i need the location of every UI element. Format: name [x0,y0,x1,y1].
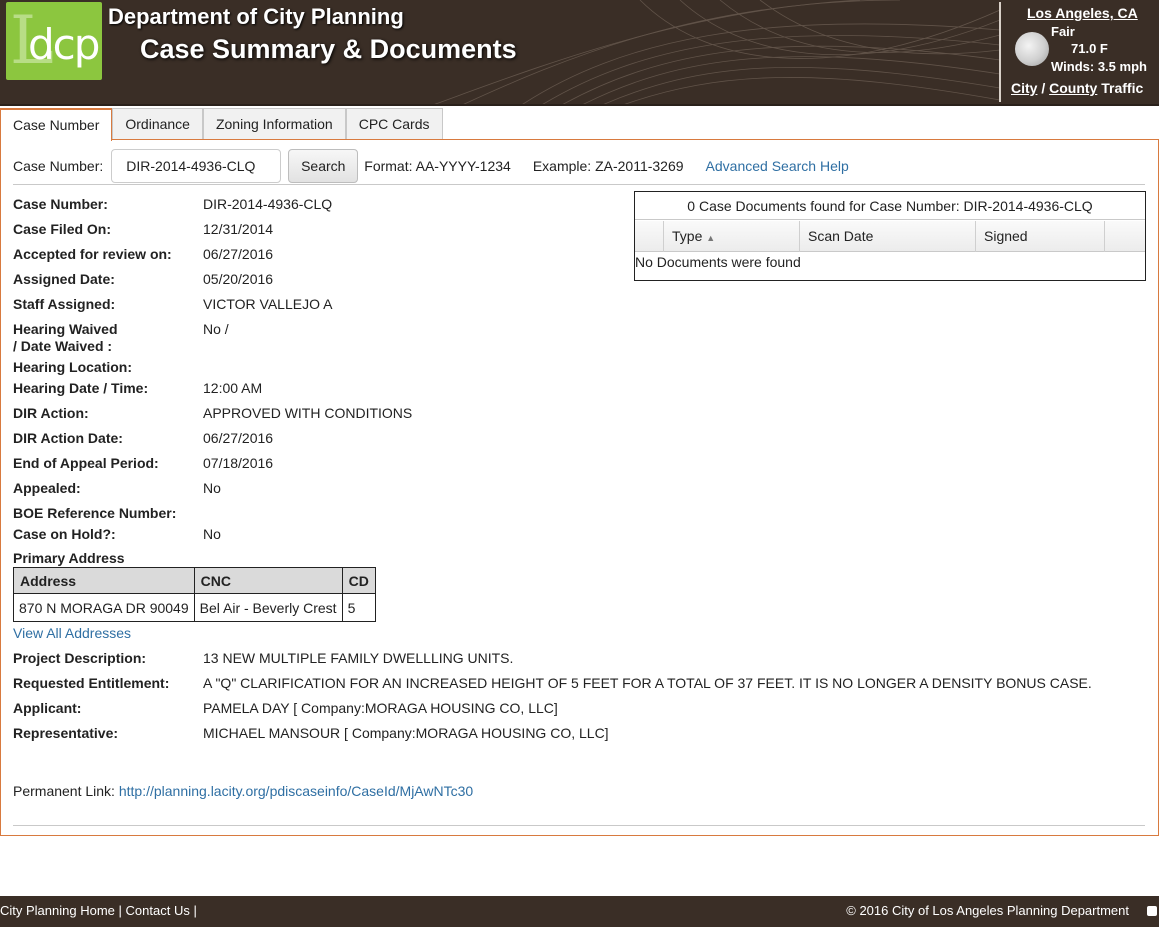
view-all-addresses-link[interactable]: View All Addresses [13,625,131,641]
logo-text: dcp [28,20,100,69]
ladcp-logo[interactable]: L dcp [6,2,102,80]
primary-address-table: Address CNC CD 870 N MORAGA DR 90049 Bel… [13,567,376,622]
documents-table-header: Type ▲ Scan Date Signed [635,221,1145,252]
sort-ascending-icon: ▲ [706,233,716,243]
detail-value: DIR-2014-4936-CLQ [203,196,333,212]
weather-city-link[interactable]: Los Angeles, CA [1027,5,1138,21]
example-hint: Example: ZA-2011-3269 [532,158,684,174]
footer: City Planning Home | Contact Us | © 2016… [0,896,1159,927]
detail-label: Hearing Waived [13,321,118,337]
permanent-link[interactable]: http://planning.lacity.org/pdiscaseinfo/… [119,783,473,799]
traffic-label: Traffic [1101,80,1144,96]
case-documents-box: 0 Case Documents found for Case Number: … [634,191,1146,281]
detail-value: 07/18/2016 [203,455,274,471]
square-icon [1147,906,1157,916]
permanent-link-label: Permanent Link: [13,783,115,799]
case-number-input[interactable] [111,149,282,183]
divider [13,825,1145,826]
weather-condition: Fair [1051,24,1075,39]
scan-date-column-header[interactable]: Scan Date [799,221,975,252]
tab-ordinance[interactable]: Ordinance [112,108,203,140]
footer-links: City Planning Home | Contact Us | [0,903,197,918]
detail-label: Requested Entitlement: [13,675,170,691]
detail-value: 12/31/2014 [203,221,274,237]
type-column-header[interactable]: Type ▲ [663,221,799,252]
detail-label: Case Number: [13,196,108,212]
traffic-separator: / [1041,80,1046,96]
cnc-cell: Bel Air - Beverly Crest [193,593,343,622]
detail-value: 05/20/2016 [203,271,274,287]
county-traffic-link[interactable]: County [1049,80,1097,96]
detail-label: Appealed: [13,480,81,496]
divider [13,184,1145,185]
detail-label: Project Description: [13,650,147,666]
detail-label: Staff Assigned: [13,296,116,312]
weather-winds: Winds: 3.5 mph [1051,59,1147,74]
tab-zoning-information[interactable]: Zoning Information [202,108,346,140]
city-planning-home-link[interactable]: City Planning Home [0,903,115,918]
detail-label: / Date Waived : [13,338,113,354]
tab-case-number[interactable]: Case Number [0,108,113,141]
detail-value: PAMELA DAY [ Company:MORAGA HOUSING CO, … [203,700,558,716]
detail-label: End of Appeal Period: [13,455,159,471]
footer-separator: | [193,903,197,918]
cd-cell: 5 [341,593,376,622]
page-title: Case Summary & Documents [140,34,517,64]
address-column-header: Address [13,567,195,594]
documents-caption: 0 Case Documents found for Case Number: … [635,192,1145,220]
detail-label: DIR Action Date: [13,430,123,446]
detail-value: VICTOR VALLEJO A [203,296,333,312]
detail-label: DIR Action: [13,405,89,421]
detail-value: APPROVED WITH CONDITIONS [203,405,413,421]
detail-value: 13 NEW MULTIPLE FAMILY DWELLLING UNITS. [203,650,514,666]
detail-value: 12:00 AM [203,380,263,396]
detail-value: No / [203,321,229,337]
signed-column-header[interactable]: Signed [975,221,1105,252]
detail-value: A "Q" CLARIFICATION FOR AN INCREASED HEI… [203,675,1092,691]
advanced-search-help-link[interactable]: Advanced Search Help [706,158,849,174]
detail-label: Representative: [13,725,119,741]
detail-value: MICHAEL MANSOUR [ Company:MORAGA HOUSING… [203,725,609,741]
detail-value: No [203,480,221,496]
detail-value: 06/27/2016 [203,430,274,446]
detail-label: Hearing Date / Time: [13,380,149,396]
cnc-column-header: CNC [193,567,343,594]
detail-value: 06/27/2016 [203,246,274,262]
weather-widget: Los Angeles, CA Fair 71.0 F Winds: 3.5 m… [999,2,1159,102]
detail-label: Accepted for review on: [13,246,172,262]
detail-label: Assigned Date: [13,271,115,287]
detail-label: BOE Reference Number: [13,505,177,521]
no-documents-message: No Documents were found [635,254,801,270]
detail-value: No [203,526,221,542]
traffic-links: City / County Traffic [1011,80,1143,96]
header: L dcp Department of City Planning Case S… [0,0,1159,106]
tab-cpc-cards[interactable]: CPC Cards [345,108,443,140]
copyright-text: © 2016 City of Los Angeles Planning Depa… [846,903,1129,918]
tab-bar: Case Number Ordinance Zoning Information… [0,108,443,141]
type-column-label: Type [672,228,703,244]
footer-separator: | [118,903,122,918]
weather-temperature: 71.0 F [1071,41,1108,56]
detail-label: Applicant: [13,700,82,716]
contact-us-link[interactable]: Contact Us [126,903,190,918]
format-hint: Format: AA-YYYY-1234 [364,158,511,174]
moon-icon [1015,32,1049,66]
primary-address-title: Primary Address [13,550,125,566]
city-traffic-link[interactable]: City [1011,80,1037,96]
detail-label: Case on Hold?: [13,526,116,542]
search-button[interactable]: Search [288,149,359,183]
address-cell: 870 N MORAGA DR 90049 [13,593,195,622]
search-row: Case Number: Search Format: AA-YYYY-1234… [13,148,849,184]
search-label: Case Number: [13,158,104,174]
table-row: 870 N MORAGA DR 90049 Bel Air - Beverly … [13,593,376,622]
department-title: Department of City Planning [108,4,404,29]
case-content-panel: Case Number: Search Format: AA-YYYY-1234… [0,139,1159,836]
cd-column-header: CD [341,567,376,594]
detail-label: Case Filed On: [13,221,112,237]
permanent-link-row: Permanent Link: http://planning.lacity.o… [13,783,473,799]
detail-label: Hearing Location: [13,359,133,375]
